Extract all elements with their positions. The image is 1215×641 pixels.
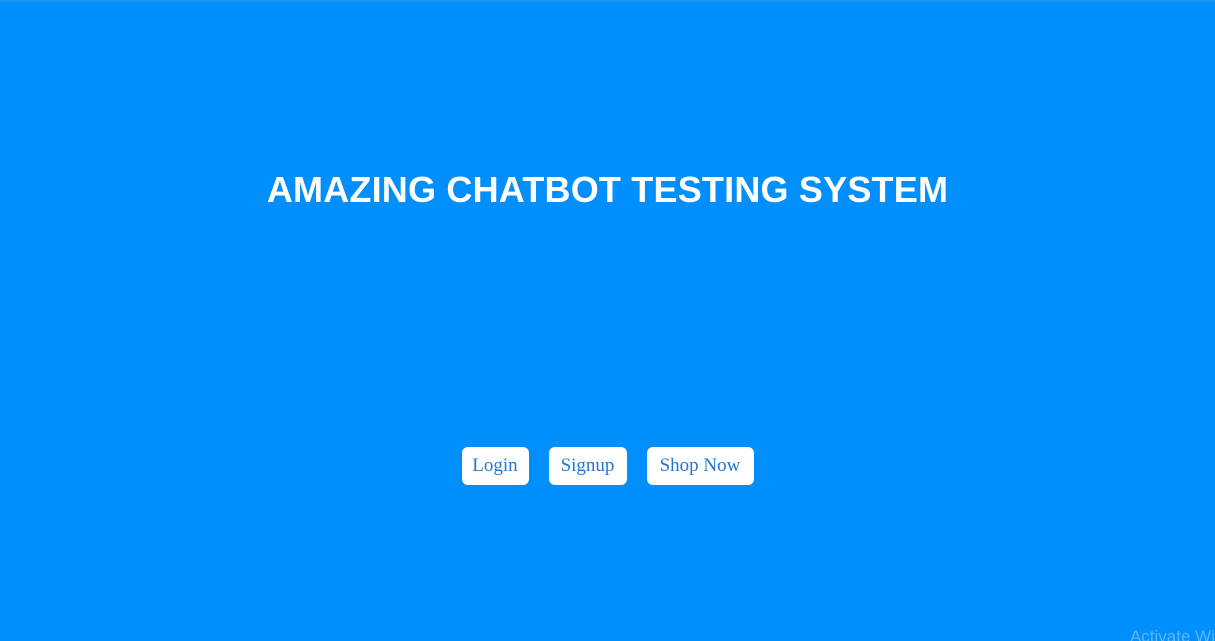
page-title: AMAZING CHATBOT TESTING SYSTEM (266, 169, 949, 210)
login-button[interactable]: Login (461, 447, 529, 485)
signup-button[interactable]: Signup (548, 447, 627, 485)
activate-windows-watermark: Activate Wi (1129, 627, 1215, 641)
shop-now-button[interactable]: Shop Now (646, 447, 754, 485)
action-buttons: Login Signup Shop Now (0, 447, 1215, 485)
top-border (0, 0, 1215, 2)
